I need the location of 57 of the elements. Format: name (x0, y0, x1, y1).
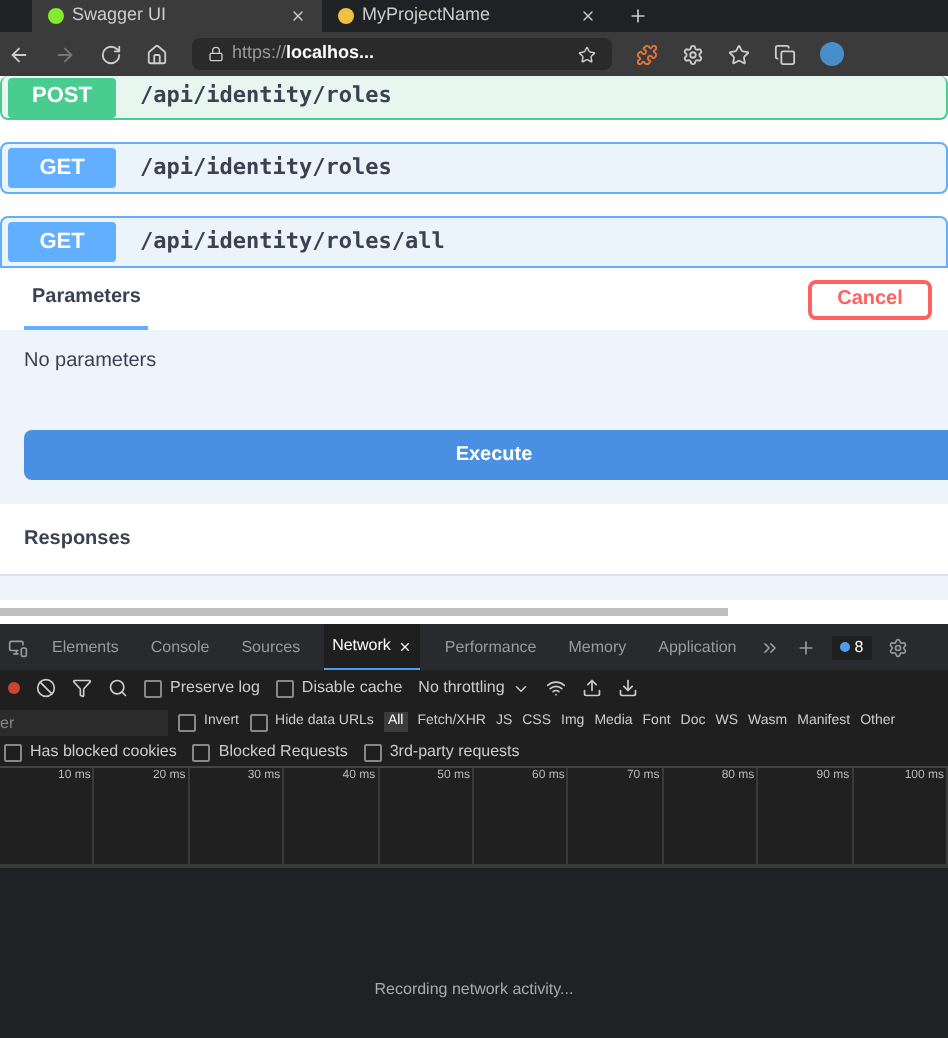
endpoint-path: /api/identity/roles/all (140, 225, 445, 258)
clear-icon[interactable] (36, 678, 56, 698)
no-parameters-text: No parameters (24, 348, 159, 376)
favorite-icon[interactable] (578, 45, 596, 63)
endpoint-path: /api/identity/roles (140, 151, 392, 184)
device-icon[interactable] (8, 637, 28, 657)
filter-icon[interactable] (72, 678, 92, 698)
home-icon[interactable] (146, 43, 168, 65)
devtools-tab[interactable]: Sources (233, 624, 309, 670)
method-badge: GET (8, 222, 116, 262)
filter-field[interactable]: er (0, 709, 168, 735)
recording-message: Recording network activity... (374, 978, 574, 1002)
checkbox[interactable]: Preserve log (144, 676, 260, 700)
responses-heading: Responses (24, 526, 131, 554)
settings-icon[interactable] (887, 637, 908, 657)
new-tab-icon[interactable] (628, 6, 648, 26)
address-bar[interactable]: https://localhos... (192, 38, 612, 70)
browser-tab[interactable]: Swagger UI (32, 0, 322, 32)
search-icon[interactable] (108, 678, 128, 698)
add-icon[interactable] (796, 637, 817, 657)
devtools-tab[interactable]: Memory (560, 624, 635, 670)
scrollbar-thumb[interactable] (0, 608, 728, 616)
collections-icon[interactable] (774, 43, 796, 65)
operation-header[interactable]: GET /api/identity/roles (0, 142, 948, 194)
issues-badge[interactable]: 8 (832, 635, 872, 659)
network-conditions-icon[interactable] (546, 678, 567, 698)
favorites-icon[interactable] (728, 43, 750, 65)
forward-icon[interactable] (54, 43, 76, 65)
devtools-tab[interactable]: Console (142, 624, 218, 670)
download-icon[interactable] (618, 678, 639, 698)
favicon-icon (48, 8, 64, 24)
lock-icon (208, 46, 224, 62)
checkbox[interactable]: Disable cache (275, 676, 403, 700)
method-badge: GET (8, 148, 116, 188)
gear-icon[interactable] (682, 43, 704, 65)
favicon-icon (338, 8, 354, 24)
back-icon[interactable] (8, 43, 30, 65)
reload-icon[interactable] (100, 43, 122, 65)
devtools-tab[interactable]: Network (324, 624, 421, 670)
checkbox[interactable]: Blocked Requests (192, 740, 348, 764)
throttling-select[interactable]: No throttling (418, 676, 531, 700)
profile-icon[interactable] (820, 42, 844, 66)
operation-header[interactable]: POST /api/identity/roles (0, 76, 948, 120)
method-badge: POST (8, 77, 116, 117)
close-icon[interactable] (290, 8, 306, 24)
devtools-tab[interactable]: Performance (436, 624, 545, 670)
record-icon[interactable] (8, 682, 20, 694)
upload-icon[interactable] (582, 678, 603, 698)
more-tabs-icon[interactable] (760, 637, 781, 657)
close-icon[interactable] (580, 8, 596, 24)
operation-header[interactable]: GET /api/identity/roles/all (0, 216, 948, 268)
checkbox[interactable]: Has blocked cookies (4, 740, 177, 764)
checkbox[interactable]: 3rd-party requests (363, 740, 520, 764)
endpoint-path: /api/identity/roles (140, 80, 392, 113)
extension-icon[interactable] (636, 43, 658, 65)
devtools-tab[interactable]: Application (650, 624, 745, 670)
devtools-tab[interactable]: Elements (44, 624, 127, 670)
